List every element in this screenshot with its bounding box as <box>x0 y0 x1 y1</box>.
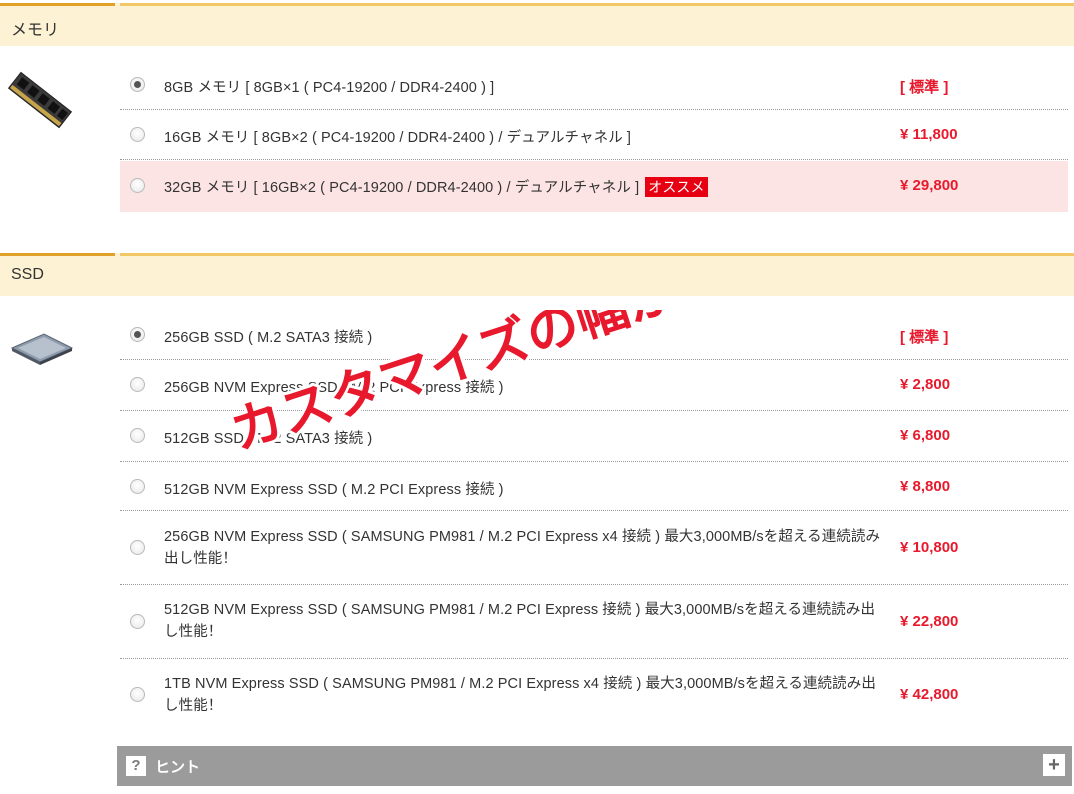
ssd-option-price: [ 標準 ] <box>900 329 949 346</box>
recommended-badge: オススメ <box>645 177 708 197</box>
ssd-option-row[interactable]: 256GB NVM Express SSD ( M.2 PCI Express … <box>120 360 1068 411</box>
ssd-option-radio[interactable] <box>130 428 145 443</box>
expand-plus-icon[interactable]: + <box>1043 754 1065 776</box>
memory-option-row-recommended[interactable]: 32GB メモリ [ 16GB×2 ( PC4-19200 / DDR4-240… <box>120 161 1068 212</box>
ssd-option-radio[interactable] <box>130 614 145 629</box>
ssd-option-label: 1TB NVM Express SSD ( SAMSUNG PM981 / M.… <box>164 676 876 714</box>
ssd-option-label: 256GB NVM Express SSD ( M.2 PCI Express … <box>164 380 504 396</box>
ssd-option-radio[interactable] <box>130 377 145 392</box>
ssd-section-title: SSD <box>11 266 44 283</box>
memory-option-row[interactable]: 16GB メモリ [ 8GB×2 ( PC4-19200 / DDR4-2400… <box>120 110 1068 160</box>
header-stripe <box>120 253 1074 256</box>
ssd-option-price: ¥ 42,800 <box>900 686 959 703</box>
ssd-section-header: SSD <box>0 253 1074 296</box>
ssd-option-row[interactable]: 512GB NVM Express SSD ( SAMSUNG PM981 / … <box>120 585 1068 659</box>
ssd-option-radio[interactable] <box>130 687 145 702</box>
header-stripe <box>120 3 1074 6</box>
question-icon: ? <box>126 756 146 776</box>
memory-option-radio[interactable] <box>130 127 145 142</box>
ssd-option-label: 256GB NVM Express SSD ( SAMSUNG PM981 / … <box>164 529 881 567</box>
memory-option-price: [ 標準 ] <box>900 79 949 96</box>
ssd-option-row[interactable]: 256GB NVM Express SSD ( SAMSUNG PM981 / … <box>120 511 1068 585</box>
ssd-option-price: ¥ 22,800 <box>900 613 959 630</box>
ssd-drive-icon <box>10 333 74 365</box>
ssd-option-price: ¥ 2,800 <box>900 376 951 393</box>
ssd-option-price: ¥ 10,800 <box>900 539 959 556</box>
ssd-option-row[interactable]: 512GB NVM Express SSD ( M.2 PCI Express … <box>120 462 1068 511</box>
ssd-option-radio[interactable] <box>130 540 145 555</box>
memory-option-radio[interactable] <box>130 178 145 193</box>
ssd-option-label: 512GB NVM Express SSD ( SAMSUNG PM981 / … <box>164 602 876 640</box>
memory-option-label: 32GB メモリ [ 16GB×2 ( PC4-19200 / DDR4-240… <box>164 176 708 197</box>
memory-module-icon <box>7 71 73 129</box>
hint-label: ヒント <box>155 759 201 776</box>
ssd-option-row[interactable]: 256GB SSD ( M.2 SATA3 接続 ) [ 標準 ] <box>120 310 1068 360</box>
memory-option-radio[interactable] <box>130 77 145 92</box>
ssd-option-row[interactable]: 1TB NVM Express SSD ( SAMSUNG PM981 / M.… <box>120 659 1068 733</box>
header-accent-stripe <box>0 3 115 6</box>
ssd-option-label: 512GB SSD ( M.2 SATA3 接続 ) <box>164 431 373 447</box>
ssd-option-label: 512GB NVM Express SSD ( M.2 PCI Express … <box>164 482 504 498</box>
ssd-option-row[interactable]: 512GB SSD ( M.2 SATA3 接続 ) ¥ 6,800 <box>120 411 1068 462</box>
memory-option-label: 8GB メモリ [ 8GB×1 ( PC4-19200 / DDR4-2400 … <box>164 80 495 96</box>
header-accent-stripe <box>0 253 115 256</box>
ssd-option-radio[interactable] <box>130 327 145 342</box>
ssd-option-price: ¥ 6,800 <box>900 427 951 444</box>
memory-option-price: ¥ 11,800 <box>900 126 958 143</box>
memory-section-header: メモリ <box>0 3 1074 46</box>
ssd-option-label: 256GB SSD ( M.2 SATA3 接続 ) <box>164 330 373 346</box>
memory-option-label-text: 32GB メモリ [ 16GB×2 ( PC4-19200 / DDR4-240… <box>164 180 640 196</box>
ssd-option-price: ¥ 8,800 <box>900 478 951 495</box>
ssd-option-radio[interactable] <box>130 479 145 494</box>
hint-bar[interactable]: ? ヒント + <box>117 746 1072 786</box>
memory-option-price: ¥ 29,800 <box>900 177 959 194</box>
memory-section-title: メモリ <box>11 22 60 39</box>
memory-option-row[interactable]: 8GB メモリ [ 8GB×1 ( PC4-19200 / DDR4-2400 … <box>120 60 1068 110</box>
memory-option-label: 16GB メモリ [ 8GB×2 ( PC4-19200 / DDR4-2400… <box>164 130 632 146</box>
